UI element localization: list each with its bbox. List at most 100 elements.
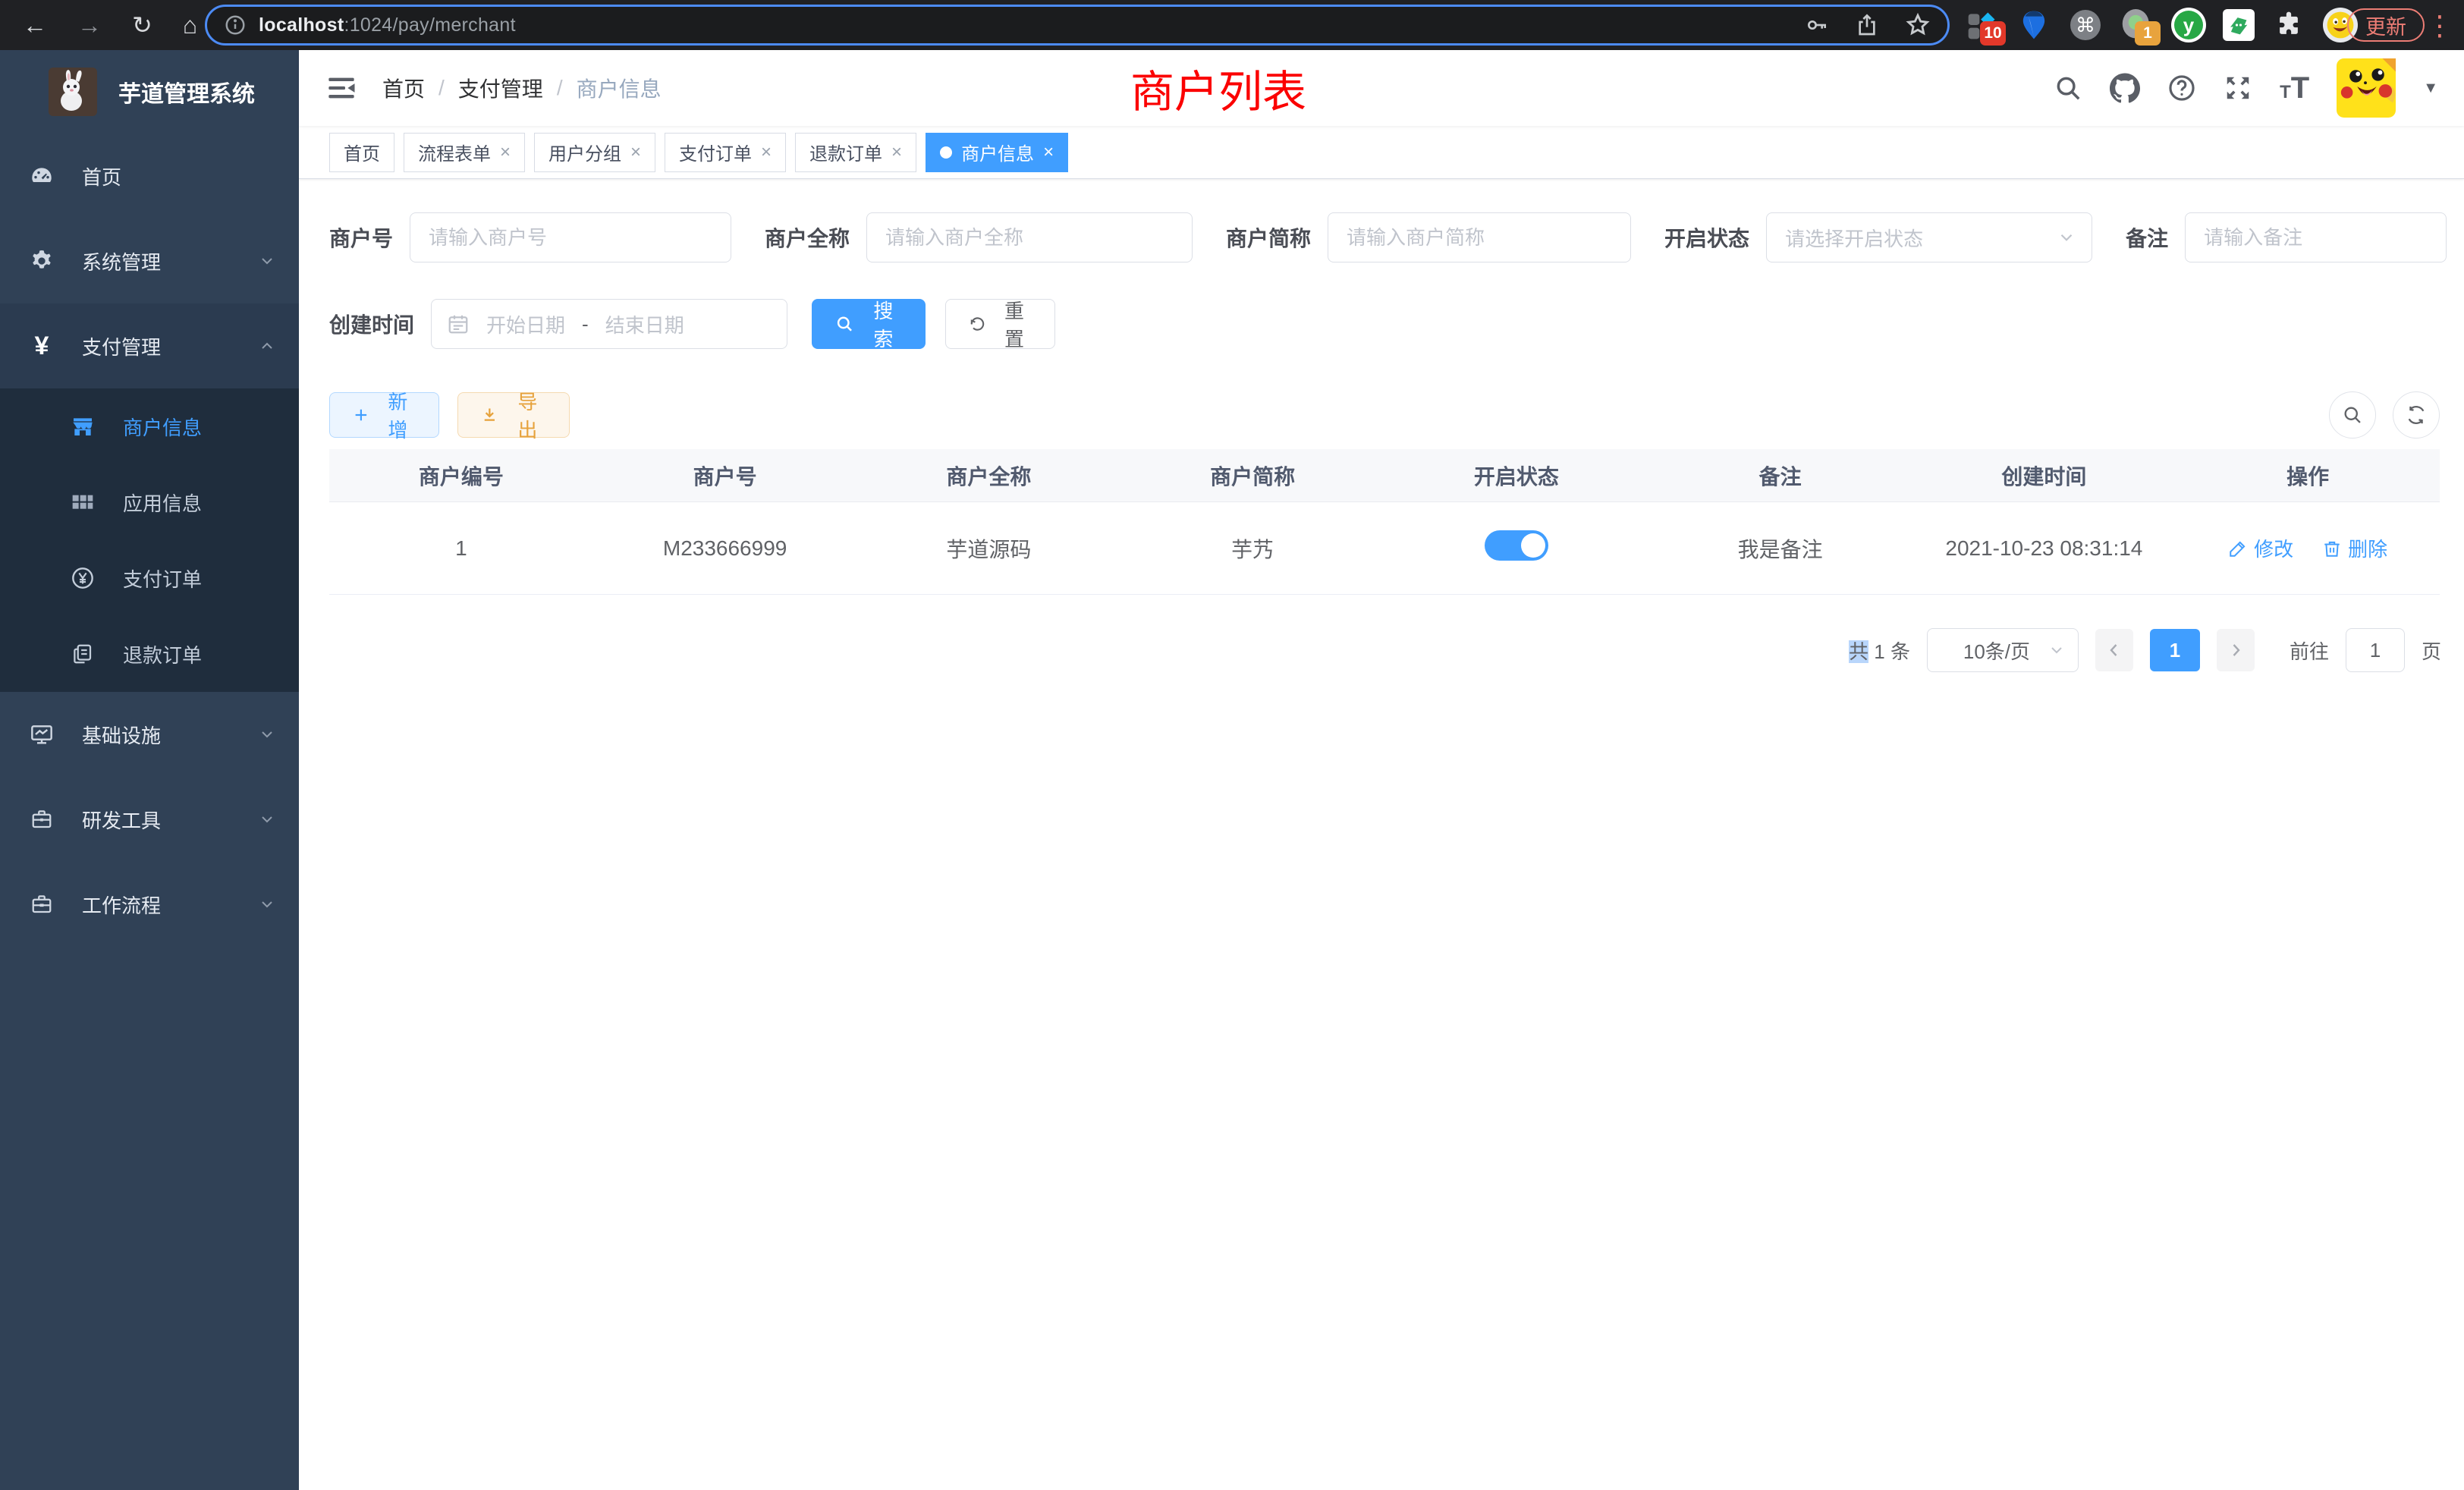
status-select[interactable]: 请选择开启状态 xyxy=(1766,212,2092,262)
toggle-search-icon[interactable] xyxy=(2329,391,2376,439)
sidebar-item-refund-order[interactable]: 退款订单 xyxy=(0,616,299,692)
sidebar-item-pay-order[interactable]: 支付订单 xyxy=(0,540,299,616)
help-icon[interactable] xyxy=(2167,74,2196,102)
sidebar-item-label: 退款订单 xyxy=(123,640,202,668)
url-text[interactable]: localhost:1024/pay/merchant xyxy=(259,14,516,36)
sidebar-item-label: 支付管理 xyxy=(82,332,161,360)
briefcase-icon xyxy=(29,893,55,916)
sidebar-logo[interactable]: 芋道管理系统 xyxy=(0,50,299,134)
delete-link[interactable]: 删除 xyxy=(2322,534,2387,562)
extension-icons: 10 ⌘ 1 y xyxy=(1965,0,2358,50)
tab-merchant-info[interactable]: 商户信息× xyxy=(926,133,1068,172)
sidebar-item-pay[interactable]: ¥ 支付管理 xyxy=(0,303,299,388)
fullscreen-icon[interactable] xyxy=(2224,74,2252,102)
tab-user-group[interactable]: 用户分组× xyxy=(534,133,655,172)
close-icon[interactable]: × xyxy=(500,142,511,163)
goto-page-input[interactable] xyxy=(2346,628,2405,672)
sidebar-item-app-info[interactable]: 应用信息 xyxy=(0,464,299,540)
edit-link[interactable]: 修改 xyxy=(2228,534,2293,562)
search-icon[interactable] xyxy=(2054,74,2082,102)
remark-input[interactable] xyxy=(2185,212,2447,262)
table-tools xyxy=(2329,391,2440,439)
address-bar[interactable]: localhost:1024/pay/merchant xyxy=(205,5,1950,46)
tab-process-form[interactable]: 流程表单× xyxy=(404,133,525,172)
forward-icon[interactable]: → xyxy=(77,13,102,37)
end-date-placeholder[interactable]: 结束日期 xyxy=(605,310,684,338)
cell-short-name: 芋艿 xyxy=(1120,533,1384,564)
share-icon[interactable] xyxy=(1855,13,1879,37)
url-host: localhost xyxy=(259,14,344,36)
home-icon[interactable]: ⌂ xyxy=(183,13,197,37)
close-icon[interactable]: × xyxy=(630,142,641,163)
extension-recorder-icon[interactable]: 1 xyxy=(2120,8,2154,42)
short-name-input[interactable] xyxy=(1328,212,1631,262)
breadcrumb-current: 商户信息 xyxy=(577,73,662,103)
hamburger-icon[interactable] xyxy=(326,73,357,103)
breadcrumb: 首页 / 支付管理 / 商户信息 xyxy=(382,73,662,103)
tab-pay-order[interactable]: 支付订单× xyxy=(665,133,786,172)
close-icon[interactable]: × xyxy=(1043,142,1054,163)
cell-merchant-no: M233666999 xyxy=(593,536,857,561)
date-range-picker[interactable]: 开始日期 - 结束日期 xyxy=(431,299,787,349)
page-size-select[interactable]: 10条/页 xyxy=(1927,628,2079,672)
extension-y-icon[interactable]: y xyxy=(2171,8,2206,42)
sidebar-item-dev-tools[interactable]: 研发工具 xyxy=(0,777,299,862)
avatar-caret-icon[interactable]: ▼ xyxy=(2423,80,2438,97)
next-page-button[interactable] xyxy=(2217,629,2255,671)
prev-page-button[interactable] xyxy=(2095,629,2133,671)
extension-tabs-icon[interactable]: 10 xyxy=(1965,8,2000,42)
site-info-icon[interactable] xyxy=(224,14,247,36)
col-header: 创建时间 xyxy=(1912,461,2176,491)
github-icon[interactable] xyxy=(2110,73,2140,103)
sidebar-item-system[interactable]: 系统管理 xyxy=(0,218,299,303)
close-icon[interactable]: × xyxy=(891,142,902,163)
navbar: 首页 / 支付管理 / 商户信息 商户列表 xyxy=(299,50,2464,126)
browser-update-button[interactable]: 更新 xyxy=(2347,8,2425,42)
reload-icon[interactable]: ↻ xyxy=(132,13,152,37)
bookmark-star-icon[interactable] xyxy=(1905,12,1931,38)
pay-submenu: 商户信息 应用信息 支付订单 xyxy=(0,388,299,692)
status-toggle[interactable] xyxy=(1485,530,1548,561)
chevron-down-icon xyxy=(2048,641,2066,659)
browser-nav-buttons: ← → ↻ ⌂ xyxy=(0,13,197,37)
search-button[interactable]: 搜索 xyxy=(812,299,926,349)
export-button[interactable]: 导出 xyxy=(457,392,570,438)
add-button[interactable]: 新增 xyxy=(329,392,439,438)
sidebar-item-label: 首页 xyxy=(82,162,121,190)
y-glyph: y xyxy=(2174,11,2203,39)
password-key-icon[interactable] xyxy=(1805,13,1829,37)
sidebar-item-merchant-info[interactable]: 商户信息 xyxy=(0,388,299,464)
sidebar-item-workflow[interactable]: 工作流程 xyxy=(0,862,299,947)
extension-chat-icon[interactable] xyxy=(2223,9,2255,41)
command-glyph: ⌘ xyxy=(2070,10,2101,40)
sidebar-item-infra[interactable]: 基础设施 xyxy=(0,692,299,777)
page-number-1[interactable]: 1 xyxy=(2150,629,2200,671)
dashboard-icon xyxy=(29,164,55,188)
breadcrumb-home[interactable]: 首页 xyxy=(382,73,425,103)
breadcrumb-pay[interactable]: 支付管理 xyxy=(458,73,543,103)
date-separator: - xyxy=(582,313,589,336)
extensions-puzzle-icon[interactable] xyxy=(2271,8,2306,42)
close-icon[interactable]: × xyxy=(761,142,772,163)
user-avatar[interactable] xyxy=(2337,58,2396,118)
filter-label: 备注 xyxy=(2126,222,2168,253)
start-date-placeholder[interactable]: 开始日期 xyxy=(486,310,565,338)
reset-button[interactable]: 重置 xyxy=(945,299,1055,349)
extension-command-icon[interactable]: ⌘ xyxy=(2068,8,2103,42)
grid-icon xyxy=(70,490,96,514)
extension-balloon-icon[interactable] xyxy=(2016,8,2051,42)
action-row: 新增 导出 xyxy=(329,391,2441,439)
full-name-input[interactable] xyxy=(866,212,1193,262)
font-size-icon[interactable]: TT xyxy=(2280,73,2309,103)
tab-home[interactable]: 首页 xyxy=(329,133,394,172)
filter-label: 商户全称 xyxy=(765,222,850,253)
sidebar-item-home[interactable]: 首页 xyxy=(0,134,299,218)
back-icon[interactable]: ← xyxy=(23,13,47,37)
merchant-no-input[interactable] xyxy=(410,212,731,262)
tab-refund-order[interactable]: 退款订单× xyxy=(795,133,916,172)
merchant-table: 商户编号 商户号 商户全称 商户简称 开启状态 备注 创建时间 操作 1 M23… xyxy=(329,449,2440,595)
goto-label: 前往 xyxy=(2290,637,2329,665)
refresh-icon[interactable] xyxy=(2393,391,2440,439)
browser-menu-icon[interactable]: ⋮ xyxy=(2426,10,2453,42)
sidebar-item-label: 应用信息 xyxy=(123,489,202,517)
